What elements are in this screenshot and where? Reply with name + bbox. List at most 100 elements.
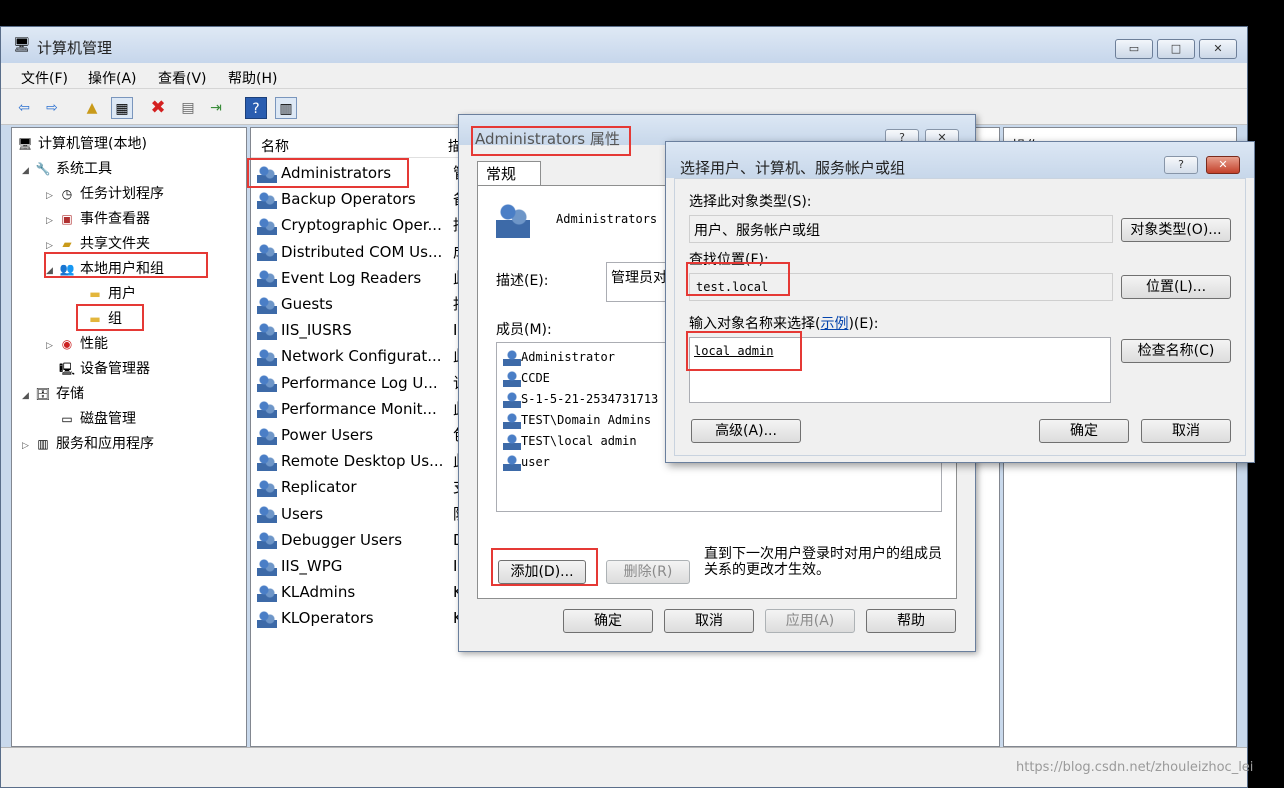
collapse-arrow-icon[interactable]: ◢: [22, 386, 34, 406]
tree-performance[interactable]: ▷ ◉ 性能: [46, 334, 108, 354]
group-icon: [257, 190, 277, 209]
shared-folder-icon: ▰: [62, 237, 72, 251]
location-field: test.local: [689, 273, 1113, 301]
export-list-icon[interactable]: ⇥: [205, 97, 227, 119]
properties-icon[interactable]: ▤: [177, 97, 199, 119]
table-row[interactable]: Cryptographic Oper...授: [257, 213, 468, 237]
tree-event-viewer[interactable]: ▷ ▣ 事件查看器: [46, 209, 150, 229]
back-arrow-icon[interactable]: ⇦: [13, 97, 35, 119]
tools-icon: 🔧: [35, 162, 51, 176]
group-row-name: KLOperators: [281, 609, 374, 628]
expand-arrow-icon[interactable]: ▷: [46, 336, 58, 356]
table-row[interactable]: Distributed COM Us...成: [257, 240, 468, 264]
properties-help-btn[interactable]: 帮助: [866, 609, 956, 633]
members-label: 成员(M):: [496, 322, 552, 338]
list-item[interactable]: CCDE: [503, 368, 550, 389]
tree-root[interactable]: 🖥 计算机管理(本地): [16, 134, 147, 154]
maximize-button[interactable]: □: [1157, 39, 1195, 59]
expand-arrow-icon[interactable]: ▷: [22, 436, 34, 456]
help-icon[interactable]: ?: [245, 97, 267, 119]
select-help-button[interactable]: ?: [1164, 156, 1198, 174]
properties-title: Administrators 属性: [475, 130, 620, 148]
delete-icon[interactable]: ✖: [147, 97, 169, 119]
table-row[interactable]: Backup Operators备: [257, 187, 468, 211]
expand-arrow-icon[interactable]: ▷: [46, 236, 58, 256]
tree-task-scheduler[interactable]: ▷ ◷ 任务计划程序: [46, 184, 164, 204]
tree-device-manager[interactable]: 🖳 设备管理器: [58, 359, 150, 379]
menu-file[interactable]: 文件(F): [21, 68, 68, 88]
check-names-button[interactable]: 检查名称(C): [1121, 339, 1231, 363]
select-close-button[interactable]: ✕: [1206, 156, 1240, 174]
list-item[interactable]: Administrator: [503, 347, 615, 368]
close-button[interactable]: ✕: [1199, 39, 1237, 59]
table-row[interactable]: Administrators管: [257, 161, 468, 185]
tree-shared-folders[interactable]: ▷ ▰ 共享文件夹: [46, 234, 150, 254]
group-icon: [257, 505, 277, 524]
tree-groups[interactable]: ▬ 组: [86, 309, 122, 329]
group-icon: [257, 531, 277, 550]
select-users-dialog: 选择用户、计算机、服务帐户或组 ? ✕ 选择此对象类型(S): 用户、服务帐户或…: [665, 141, 1255, 463]
tab-general[interactable]: 常规: [477, 161, 541, 187]
menu-view[interactable]: 查看(V): [158, 68, 207, 88]
object-name-input[interactable]: local admin: [689, 337, 1111, 403]
table-row[interactable]: Performance Log U...该: [257, 371, 468, 395]
performance-icon: ◉: [61, 337, 73, 351]
up-folder-icon[interactable]: ▲: [81, 97, 103, 119]
minimize-button[interactable]: ▭: [1115, 39, 1153, 59]
select-ok-button[interactable]: 确定: [1039, 419, 1129, 443]
list-item[interactable]: TEST\local admin: [503, 431, 637, 452]
object-name-label: 输入对象名称来选择(示例)(E):: [689, 316, 879, 332]
list-item[interactable]: TEST\Domain Admins: [503, 410, 651, 431]
menu-bar: 文件(F) 操作(A) 查看(V) 帮助(H): [1, 63, 1247, 89]
table-row[interactable]: Network Configurat...此: [257, 344, 468, 368]
add-member-button[interactable]: 添加(D)...: [498, 560, 586, 584]
object-types-button[interactable]: 对象类型(O)...: [1121, 218, 1231, 242]
tree-local-users-groups[interactable]: ◢ 👥 本地用户和组: [46, 259, 164, 279]
locations-button[interactable]: 位置(L)...: [1121, 275, 1231, 299]
table-row[interactable]: Performance Monit...此: [257, 397, 468, 421]
group-icon: [257, 400, 277, 419]
show-action-pane-icon[interactable]: ▥: [275, 97, 297, 119]
storage-icon: 🗄: [35, 387, 51, 401]
table-row[interactable]: Replicator支: [257, 475, 468, 499]
table-row[interactable]: Users防: [257, 502, 468, 526]
properties-cancel-button[interactable]: 取消: [664, 609, 754, 633]
select-cancel-button[interactable]: 取消: [1141, 419, 1231, 443]
clock-icon: ◷: [61, 187, 73, 201]
table-row[interactable]: Power Users包: [257, 423, 468, 447]
expand-arrow-icon[interactable]: ▷: [46, 211, 58, 231]
tree-users[interactable]: ▬ 用户: [86, 284, 136, 304]
advanced-button[interactable]: 高级(A)...: [691, 419, 801, 443]
expand-arrow-icon[interactable]: ▷: [46, 186, 58, 206]
table-row[interactable]: Debugger UsersD: [257, 528, 465, 552]
table-row[interactable]: KLAdminsK: [257, 580, 463, 604]
table-row[interactable]: IIS_WPGII: [257, 554, 462, 578]
menu-help[interactable]: 帮助(H): [228, 68, 277, 88]
table-row[interactable]: Event Log Readers此: [257, 266, 468, 290]
table-row[interactable]: Guests按: [257, 292, 468, 316]
properties-apply-button[interactable]: 应用(A): [765, 609, 855, 633]
group-row-name: Power Users: [281, 426, 374, 444]
forward-arrow-icon[interactable]: ⇨: [41, 97, 63, 119]
tree-services-apps[interactable]: ▷ ▥ 服务和应用程序: [22, 434, 154, 454]
table-row[interactable]: Remote Desktop Us...此: [257, 449, 468, 473]
show-hide-tree-icon[interactable]: ▦: [111, 97, 133, 119]
list-item[interactable]: S-1-5-21-2534731713: [503, 389, 658, 410]
group-row-name: IIS_IUSRS: [281, 321, 352, 340]
table-row[interactable]: IIS_IUSRSIn: [257, 318, 467, 342]
collapse-arrow-icon[interactable]: ◢: [22, 161, 34, 181]
group-row-name: Debugger Users: [281, 530, 403, 549]
collapse-arrow-icon[interactable]: ◢: [46, 261, 58, 281]
tree-storage[interactable]: ◢ 🗄 存储: [22, 384, 84, 404]
menu-action[interactable]: 操作(A): [88, 68, 137, 88]
remove-member-button[interactable]: 删除(R): [606, 560, 690, 584]
list-item[interactable]: user: [503, 452, 550, 473]
users-groups-icon: 👥: [59, 262, 75, 276]
tree-disk-management[interactable]: ▭ 磁盘管理: [58, 409, 136, 429]
properties-ok-button[interactable]: 确定: [563, 609, 653, 633]
tree-system-tools[interactable]: ◢ 🔧 系统工具: [22, 159, 112, 179]
column-name[interactable]: 名称: [261, 136, 289, 156]
description-label: 描述(E):: [496, 273, 549, 289]
examples-link[interactable]: 示例: [820, 316, 848, 332]
table-row[interactable]: KLOperatorsK: [257, 606, 463, 630]
